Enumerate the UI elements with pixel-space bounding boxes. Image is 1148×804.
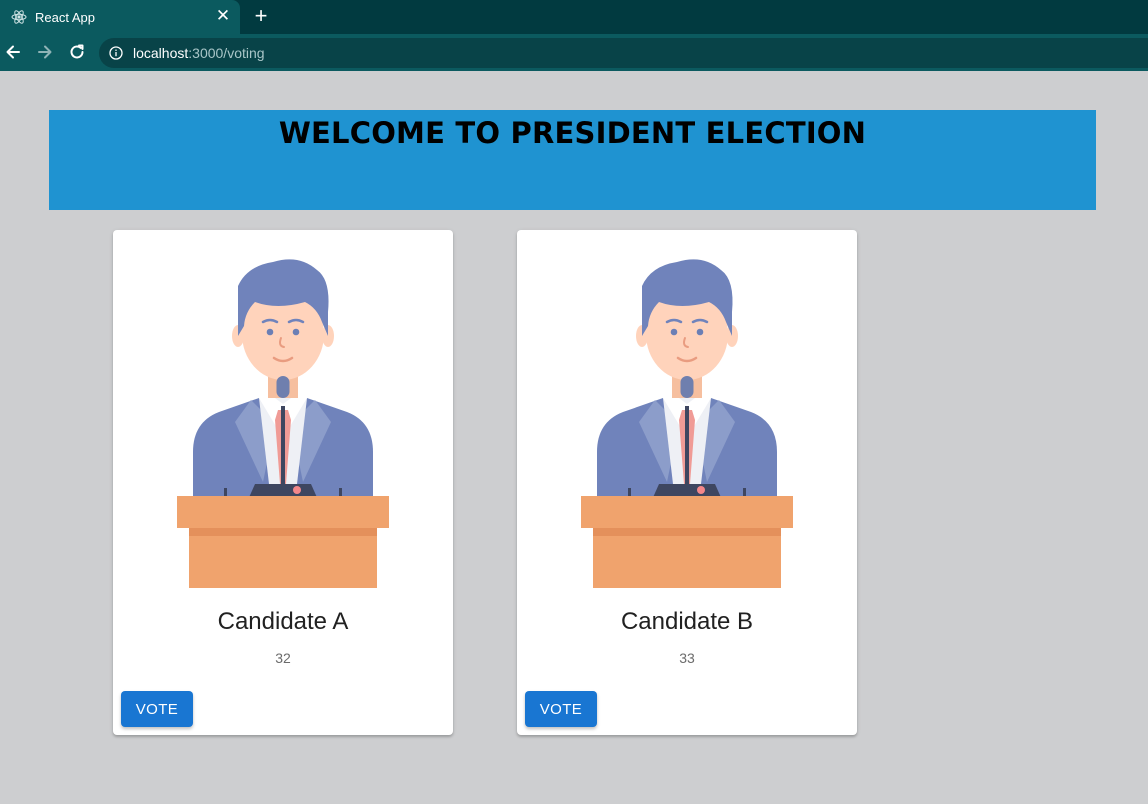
page-title: WELCOME TO PRESIDENT ELECTION [278,116,867,150]
back-arrow-icon[interactable] [2,41,24,63]
candidate-at-podium-icon [581,252,793,588]
candidate-name: Candidate A [217,608,349,635]
vote-button[interactable]: VOTE [525,691,597,727]
close-tab-icon[interactable]: ✕ [214,7,232,25]
url-path: :3000/voting [188,45,265,61]
browser-tab-bar: React App ✕ + [0,0,1148,34]
forward-arrow-icon[interactable] [34,41,56,63]
url-host: localhost [133,45,189,61]
browser-tab[interactable]: React App ✕ [0,0,240,34]
candidate-card: Candidate B 33 VOTE [517,230,857,735]
vote-count: 33 [679,650,695,666]
vote-button[interactable]: VOTE [121,691,193,727]
browser-toolbar: localhost:3000/voting [0,34,1148,71]
react-logo-icon [11,9,27,25]
url-text: localhost:3000/voting [133,45,265,61]
candidate-card: Candidate A 32 VOTE [113,230,453,735]
vote-count: 32 [275,650,291,666]
tab-title: React App [35,10,95,25]
site-info-icon[interactable] [109,46,123,60]
reload-icon[interactable] [66,41,88,63]
candidate-at-podium-icon [177,252,389,588]
election-header: WELCOME TO PRESIDENT ELECTION [49,110,1096,210]
address-bar[interactable]: localhost:3000/voting [99,38,1148,68]
new-tab-icon[interactable]: + [251,5,271,27]
candidate-name: Candidate B [620,608,754,635]
